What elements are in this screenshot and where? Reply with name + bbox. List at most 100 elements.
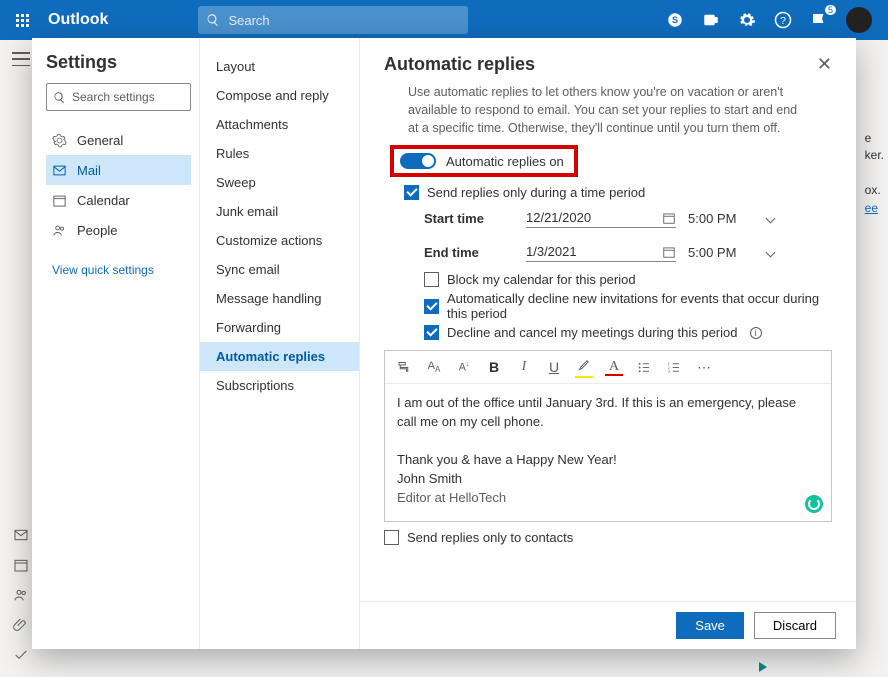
calendar-icon bbox=[662, 245, 676, 259]
subnav-sweep[interactable]: Sweep bbox=[200, 168, 359, 197]
subnav-attachments[interactable]: Attachments bbox=[200, 110, 359, 139]
teams-icon[interactable] bbox=[702, 11, 720, 29]
bold-icon[interactable]: B bbox=[485, 359, 503, 375]
subnav-forwarding[interactable]: Forwarding bbox=[200, 313, 359, 342]
mail-icon bbox=[52, 163, 67, 178]
app-brand: Outlook bbox=[48, 11, 108, 29]
end-time-label: End time bbox=[424, 245, 514, 260]
subnav-customize[interactable]: Customize actions bbox=[200, 226, 359, 255]
account-avatar[interactable] bbox=[846, 7, 872, 33]
settings-title: Settings bbox=[46, 52, 191, 73]
help-icon[interactable]: ? bbox=[774, 11, 792, 29]
underline-icon[interactable]: U bbox=[545, 359, 563, 375]
pane-title: Automatic replies bbox=[384, 54, 535, 75]
obscured-link[interactable]: ee bbox=[865, 201, 878, 215]
subnav-auto-replies[interactable]: Automatic replies bbox=[200, 342, 359, 371]
checkbox-decline-new[interactable] bbox=[424, 299, 439, 314]
end-date-input[interactable]: 1/3/2021 bbox=[526, 242, 676, 262]
time-period-grid: Start time 12/21/2020 5:00 PM End time 1… bbox=[424, 208, 832, 262]
font-color-icon[interactable]: A bbox=[605, 359, 623, 375]
auto-replies-toggle[interactable] bbox=[400, 153, 436, 169]
obscured-text: e ker. ox. ee bbox=[865, 130, 884, 217]
checkbox-time-period[interactable] bbox=[404, 185, 419, 200]
auto-replies-toggle-label: Automatic replies on bbox=[446, 154, 564, 169]
checkbox-contacts-only[interactable] bbox=[384, 530, 399, 545]
settings-sub-nav: Layout Compose and reply Attachments Rul… bbox=[200, 38, 360, 649]
editor-signature-name: John Smith bbox=[397, 470, 819, 489]
mail-rail-icon[interactable] bbox=[13, 527, 29, 543]
calendar-icon bbox=[52, 193, 67, 208]
attach-rail-icon[interactable] bbox=[13, 617, 29, 633]
annotation-highlight: Automatic replies on bbox=[390, 145, 578, 177]
svg-text:S: S bbox=[672, 15, 678, 25]
search-icon bbox=[206, 13, 220, 27]
svg-text:?: ? bbox=[780, 15, 786, 27]
subnav-sync[interactable]: Sync email bbox=[200, 255, 359, 284]
subnav-message-handling[interactable]: Message handling bbox=[200, 284, 359, 313]
skype-icon[interactable]: S bbox=[666, 11, 684, 29]
app-launcher-icon[interactable] bbox=[8, 6, 36, 34]
app-header: Outlook Search S ? 5 bbox=[0, 0, 888, 40]
highlight-icon[interactable] bbox=[575, 357, 593, 377]
editor-signature-title: Editor at HelloTech bbox=[397, 489, 819, 508]
subnav-junk[interactable]: Junk email bbox=[200, 197, 359, 226]
pane-description: Use automatic replies to let others know… bbox=[384, 83, 832, 143]
start-date-input[interactable]: 12/21/2020 bbox=[526, 208, 676, 228]
notifications-icon[interactable]: 5 bbox=[810, 11, 828, 29]
hamburger-icon[interactable] bbox=[12, 52, 30, 66]
chevron-down-icon bbox=[766, 213, 776, 223]
subnav-rules[interactable]: Rules bbox=[200, 139, 359, 168]
editor-line: I am out of the office until January 3rd… bbox=[397, 394, 819, 432]
settings-search[interactable]: Search settings bbox=[46, 83, 191, 111]
calendar-icon bbox=[662, 211, 676, 225]
paint-format-icon[interactable] bbox=[395, 360, 413, 375]
number-list-icon[interactable]: 123 bbox=[665, 360, 683, 375]
pane-footer: Save Discard bbox=[360, 601, 856, 649]
nav-mail[interactable]: Mail bbox=[46, 155, 191, 185]
notification-badge: 5 bbox=[825, 5, 836, 15]
save-button[interactable]: Save bbox=[676, 612, 744, 639]
more-icon[interactable]: ⋯ bbox=[695, 359, 713, 376]
start-time-input[interactable]: 5:00 PM bbox=[688, 211, 778, 226]
settings-modal: Settings Search settings General Mail Ca… bbox=[32, 38, 856, 649]
italic-icon[interactable]: I bbox=[515, 359, 533, 375]
global-search-placeholder: Search bbox=[228, 13, 269, 28]
calendar-rail-icon[interactable] bbox=[13, 557, 29, 573]
font-increase-icon[interactable]: AA bbox=[425, 360, 443, 374]
nav-people[interactable]: People bbox=[46, 215, 191, 245]
people-rail-icon[interactable] bbox=[13, 587, 29, 603]
ad-indicator-icon bbox=[759, 662, 767, 672]
header-actions: S ? 5 bbox=[666, 7, 872, 33]
global-search[interactable]: Search bbox=[198, 6, 468, 34]
svg-text:3: 3 bbox=[668, 369, 670, 373]
checkbox-decline-label: Automatically decline new invitations fo… bbox=[447, 291, 832, 321]
settings-primary-nav: Settings Search settings General Mail Ca… bbox=[32, 38, 200, 649]
subnav-layout[interactable]: Layout bbox=[200, 52, 359, 81]
todo-rail-icon[interactable] bbox=[13, 647, 29, 663]
subnav-subscriptions[interactable]: Subscriptions bbox=[200, 371, 359, 400]
close-icon[interactable]: ✕ bbox=[817, 54, 832, 75]
font-decrease-icon[interactable]: A↓ bbox=[455, 361, 473, 374]
checkbox-time-period-label: Send replies only during a time period bbox=[427, 185, 645, 200]
search-icon bbox=[53, 91, 66, 104]
editor-line: Thank you & have a Happy New Year! bbox=[397, 451, 819, 470]
discard-button[interactable]: Discard bbox=[754, 612, 836, 639]
nav-general[interactable]: General bbox=[46, 125, 191, 155]
settings-gear-icon[interactable] bbox=[738, 11, 756, 29]
nav-calendar[interactable]: Calendar bbox=[46, 185, 191, 215]
grammarly-icon[interactable] bbox=[805, 495, 823, 513]
chevron-down-icon bbox=[766, 247, 776, 257]
subnav-compose[interactable]: Compose and reply bbox=[200, 81, 359, 110]
bullet-list-icon[interactable] bbox=[635, 360, 653, 375]
checkbox-cancel-label: Decline and cancel my meetings during th… bbox=[447, 325, 738, 340]
checkbox-block-calendar[interactable] bbox=[424, 272, 439, 287]
info-icon[interactable]: i bbox=[750, 327, 762, 339]
gear-icon bbox=[52, 133, 67, 148]
checkbox-cancel-meetings[interactable] bbox=[424, 325, 439, 340]
editor-toolbar: AA A↓ B I U A 123 ⋯ bbox=[385, 351, 831, 384]
view-quick-settings-link[interactable]: View quick settings bbox=[46, 255, 191, 285]
end-time-input[interactable]: 5:00 PM bbox=[688, 245, 778, 260]
editor-body[interactable]: I am out of the office until January 3rd… bbox=[385, 384, 831, 521]
reply-editor: AA A↓ B I U A 123 ⋯ I am out of the offi… bbox=[384, 350, 832, 522]
checkbox-block-label: Block my calendar for this period bbox=[447, 272, 636, 287]
